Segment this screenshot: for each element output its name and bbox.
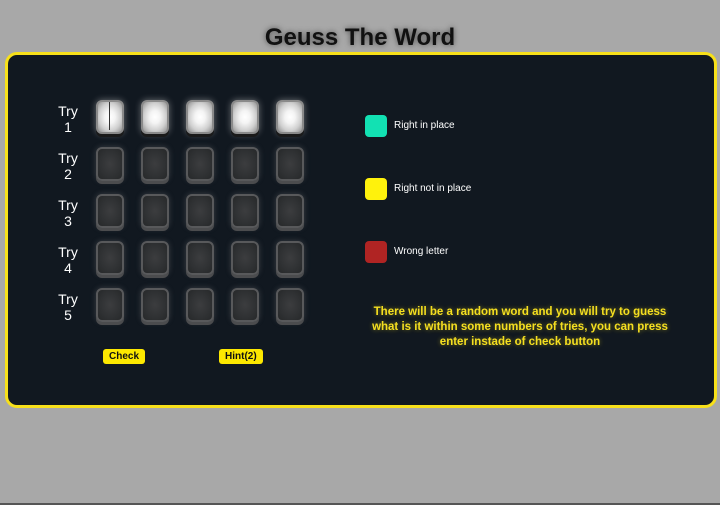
- try-label-text: Try: [58, 103, 78, 119]
- right-not-in-place-swatch: [365, 178, 387, 200]
- right-in-place-swatch: [365, 115, 387, 137]
- letter-input-try3-2: [141, 194, 169, 228]
- try-row-2: Try 2: [48, 147, 318, 194]
- letter-input-try2-1: [96, 147, 124, 181]
- game-panel: Try 1 Try 2 Try 3 Try 4 Try 5 Check Hint(2) Right…: [5, 52, 717, 408]
- try-label-text: Try: [58, 150, 78, 166]
- legend-label: Right not in place: [394, 183, 472, 194]
- instructions-text: There will be a random word and you will…: [372, 306, 668, 348]
- letter-input-try1-4[interactable]: [231, 100, 259, 134]
- legend-item-wrong-letter: Wrong letter: [365, 241, 565, 265]
- try-row-1: Try 1: [48, 100, 318, 147]
- letter-input-try1-1[interactable]: [96, 100, 124, 134]
- letter-input-try4-1: [96, 241, 124, 275]
- legend-label: Wrong letter: [394, 246, 449, 257]
- try-label: Try 1: [48, 103, 88, 135]
- letter-input-try3-5: [276, 194, 304, 228]
- legend-item-right-not-in-place: Right not in place: [365, 178, 565, 202]
- letter-input-try3-4: [231, 194, 259, 228]
- try-row-4: Try 4: [48, 241, 318, 288]
- try-number: 4: [64, 260, 72, 276]
- letter-input-try4-5: [276, 241, 304, 275]
- try-label: Try 2: [48, 150, 88, 182]
- try-number: 3: [64, 213, 72, 229]
- letter-input-try5-3: [186, 288, 214, 322]
- hint-button[interactable]: Hint(2): [219, 349, 263, 364]
- try-label-text: Try: [58, 244, 78, 260]
- letter-input-try4-4: [231, 241, 259, 275]
- text-cursor: [109, 102, 110, 130]
- letter-input-try3-3: [186, 194, 214, 228]
- try-number: 5: [64, 307, 72, 323]
- try-row-5: Try 5: [48, 288, 318, 335]
- letter-input-try4-3: [186, 241, 214, 275]
- letter-input-try2-3: [186, 147, 214, 181]
- letter-input-try2-2: [141, 147, 169, 181]
- letter-input-try5-2: [141, 288, 169, 322]
- letter-input-try1-5[interactable]: [276, 100, 304, 134]
- letter-input-try3-1: [96, 194, 124, 228]
- letter-input-try4-2: [141, 241, 169, 275]
- wrong-letter-swatch: [365, 241, 387, 263]
- letter-input-try5-4: [231, 288, 259, 322]
- try-number: 2: [64, 166, 72, 182]
- try-row-3: Try 3: [48, 194, 318, 241]
- try-label-text: Try: [58, 197, 78, 213]
- letter-input-try1-2[interactable]: [141, 100, 169, 134]
- page-title: Geuss The Word: [264, 24, 456, 51]
- try-label-text: Try: [58, 291, 78, 307]
- try-number: 1: [64, 119, 72, 135]
- legend-item-right-in-place: Right in place: [365, 115, 565, 139]
- letter-input-try2-4: [231, 147, 259, 181]
- letter-input-try2-5: [276, 147, 304, 181]
- legend-label: Right in place: [394, 120, 455, 131]
- letter-input-try1-3[interactable]: [186, 100, 214, 134]
- try-label: Try 4: [48, 244, 88, 276]
- letter-input-try5-5: [276, 288, 304, 322]
- letter-input-try5-1: [96, 288, 124, 322]
- check-button[interactable]: Check: [103, 349, 146, 364]
- try-label: Try 3: [48, 197, 88, 229]
- try-label: Try 5: [48, 291, 88, 323]
